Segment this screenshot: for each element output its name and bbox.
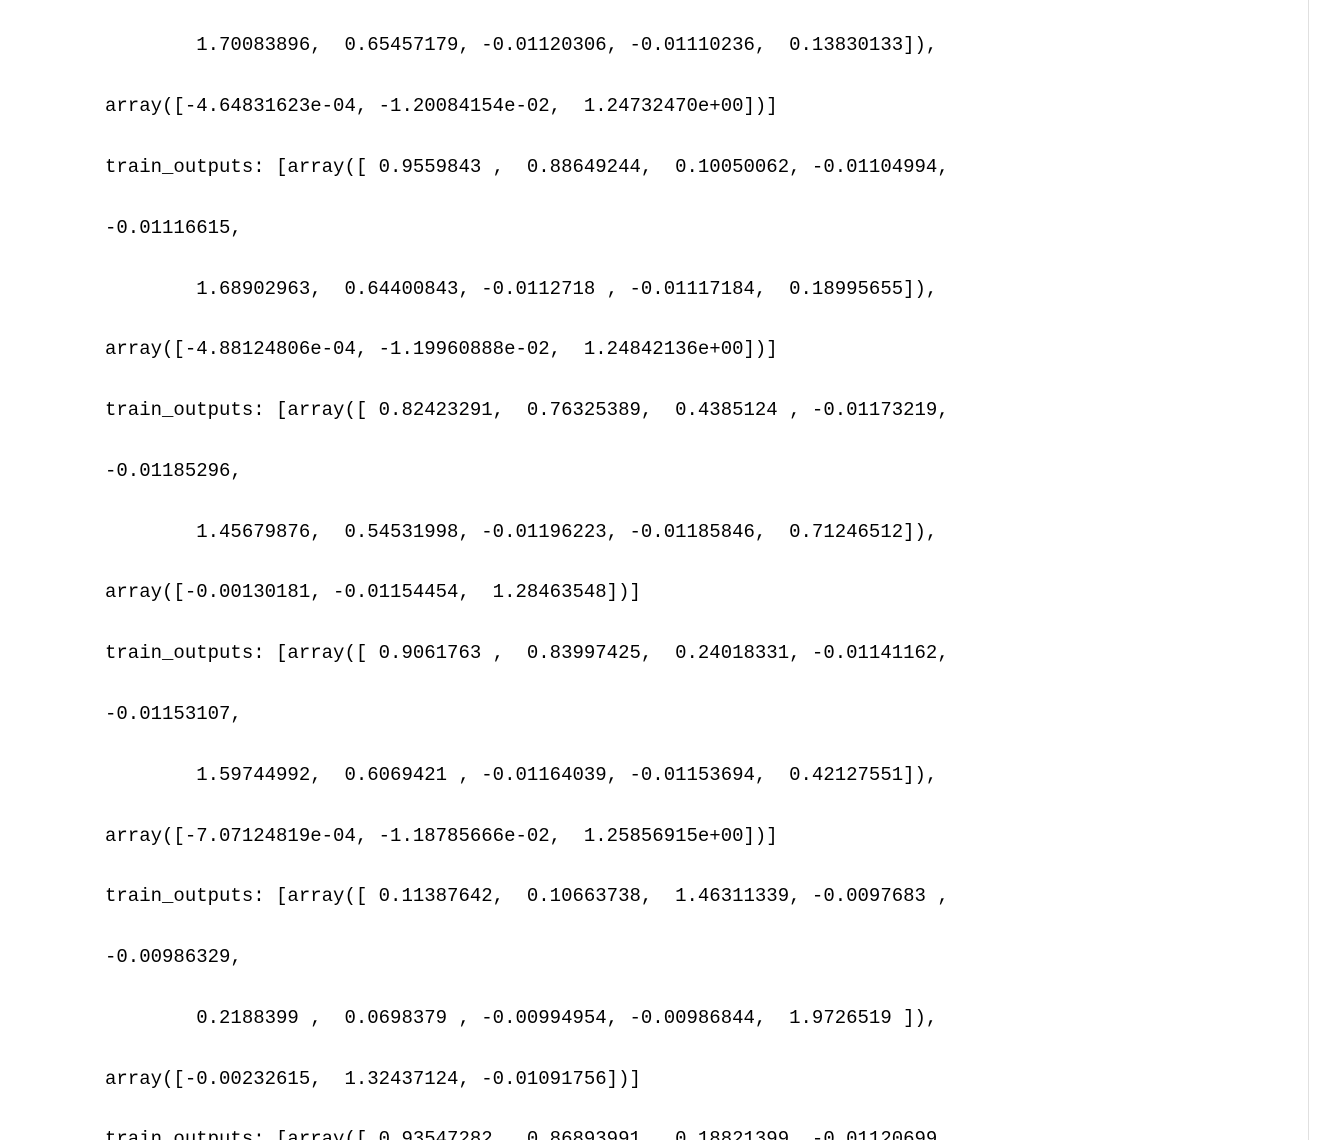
output-line: train_outputs: [array([ 0.9559843 , 0.88… — [105, 152, 1308, 182]
output-line: 1.45679876, 0.54531998, -0.01196223, -0.… — [105, 517, 1308, 547]
output-line: 1.68902963, 0.64400843, -0.0112718 , -0.… — [105, 274, 1308, 304]
output-line: array([-0.00232615, 1.32437124, -0.01091… — [105, 1064, 1308, 1094]
output-line: array([-0.00130181, -0.01154454, 1.28463… — [105, 577, 1308, 607]
output-line: array([-4.88124806e-04, -1.19960888e-02,… — [105, 334, 1308, 364]
output-line: array([-7.07124819e-04, -1.18785666e-02,… — [105, 821, 1308, 851]
output-line: -0.00986329, — [105, 942, 1308, 972]
output-line: -0.01116615, — [105, 213, 1308, 243]
output-line: train_outputs: [array([ 0.93547282, 0.86… — [105, 1124, 1308, 1140]
output-line: train_outputs: [array([ 0.9061763 , 0.83… — [105, 638, 1308, 668]
output-line: train_outputs: [array([ 0.82423291, 0.76… — [105, 395, 1308, 425]
output-line: -0.01153107, — [105, 699, 1308, 729]
console-output: 1.70083896, 0.65457179, -0.01120306, -0.… — [0, 0, 1309, 1140]
output-line: array([-4.64831623e-04, -1.20084154e-02,… — [105, 91, 1308, 121]
output-line: 1.59744992, 0.6069421 , -0.01164039, -0.… — [105, 760, 1308, 790]
output-line: 1.70083896, 0.65457179, -0.01120306, -0.… — [105, 30, 1308, 60]
output-line: 0.2188399 , 0.0698379 , -0.00994954, -0.… — [105, 1003, 1308, 1033]
output-line: train_outputs: [array([ 0.11387642, 0.10… — [105, 881, 1308, 911]
output-line: -0.01185296, — [105, 456, 1308, 486]
